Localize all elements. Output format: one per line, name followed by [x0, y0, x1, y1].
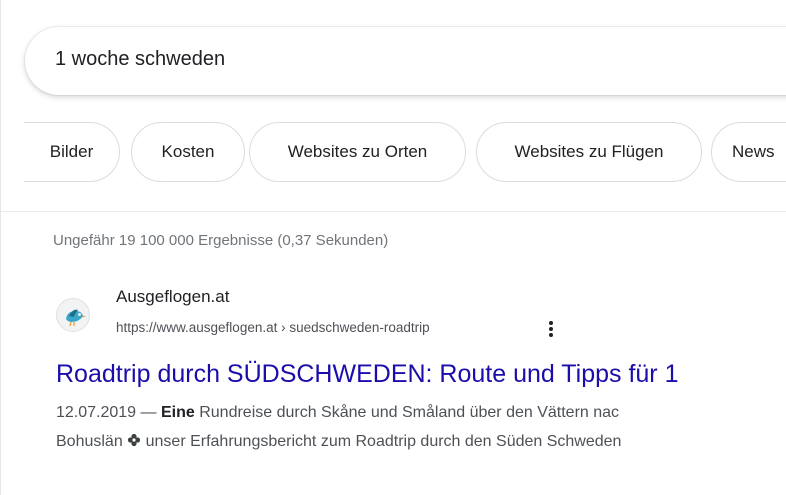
snippet-text: Bohuslän	[56, 433, 128, 450]
snippet-bold: Eine	[160, 404, 195, 421]
snippet-date: 12.07.2019	[56, 404, 137, 421]
result-stats: Ungefähr 19 100 000 Ergebnisse (0,37 Sek…	[53, 232, 389, 249]
chip-kosten[interactable]: Kosten	[131, 122, 245, 182]
result-snippet-line-2: Bohuslän unser Erfahrungsbericht zum Roa…	[56, 433, 621, 451]
search-box[interactable]: 1 woche schweden	[25, 27, 786, 95]
flower-icon	[127, 433, 141, 447]
chip-news[interactable]: News	[711, 122, 786, 182]
search-input[interactable]: 1 woche schweden	[55, 48, 225, 71]
snippet-text: unser Erfahrungsbericht zum Roadtrip dur…	[141, 433, 622, 450]
site-url[interactable]: https://www.ausgeflogen.at › suedschwede…	[116, 320, 430, 335]
search-results-page: 1 woche schweden Bilder Kosten Websites …	[0, 0, 786, 495]
bird-logo-icon[interactable]	[56, 298, 90, 332]
result-snippet-line-1: 12.07.2019 — Eine Rundreise durch Skåne …	[56, 404, 619, 422]
snippet-text: Rundreise durch Skåne und Småland über d…	[194, 404, 620, 421]
chip-label: Bilder	[49, 142, 94, 161]
snippet-dash: —	[136, 404, 161, 421]
site-name[interactable]: Ausgeflogen.at	[116, 287, 229, 307]
divider	[1, 211, 786, 212]
vertical-dots-icon[interactable]	[546, 319, 556, 339]
chip-label: Websites zu Flügen	[514, 142, 664, 161]
result-title-link[interactable]: Roadtrip durch SÜDSCHWEDEN: Route und Ti…	[56, 360, 678, 389]
chip-websites-zu-orten[interactable]: Websites zu Orten	[249, 122, 466, 182]
chip-label: News	[732, 142, 775, 161]
chip-label: Websites zu Orten	[287, 142, 428, 161]
chip-label: Kosten	[161, 142, 215, 161]
chip-bilder[interactable]: Bilder	[24, 122, 120, 182]
chip-websites-zu-fluegen[interactable]: Websites zu Flügen	[476, 122, 702, 182]
